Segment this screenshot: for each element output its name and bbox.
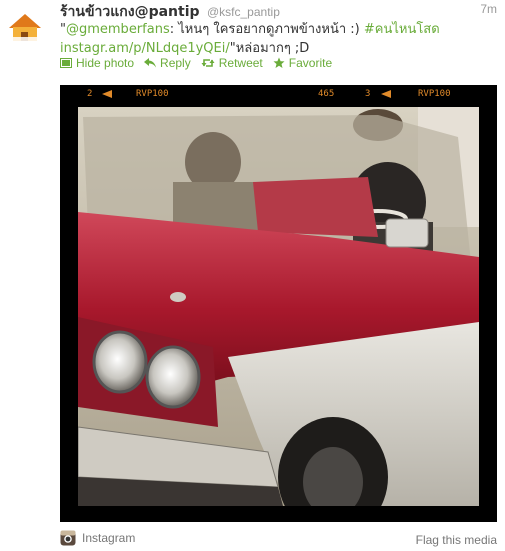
flag-media-link[interactable]: Flag this media	[416, 533, 497, 547]
reply-label: Reply	[160, 56, 191, 70]
tweet-header: ร้านข้าวแกง@pantip @ksfc_pantip 7m	[60, 1, 497, 20]
instagram-link[interactable]: instagr.am/p/NLdqe1yQEi/	[60, 41, 230, 56]
reply-icon	[144, 58, 157, 68]
reply-button[interactable]: Reply	[144, 56, 191, 70]
retweet-button[interactable]: Retweet	[201, 56, 263, 70]
mention-link[interactable]: @gmemberfans	[66, 22, 170, 37]
film-label: 3	[365, 89, 371, 99]
pantip-logo-icon	[3, 8, 47, 52]
timestamp[interactable]: 7m	[480, 2, 497, 16]
tweet-text-part: : ไหนๆ ใครอยากดูภาพข้างหน้า :)	[169, 22, 364, 37]
film-label: 465	[318, 89, 335, 99]
film-arrow-icon	[102, 90, 112, 98]
source-label: Instagram	[82, 531, 136, 545]
film-label: RVP100	[136, 89, 169, 99]
film-label: RVP100	[418, 89, 451, 99]
vintage-car-photo	[78, 107, 479, 506]
user-handle[interactable]: @ksfc_pantip	[207, 5, 280, 19]
retweet-icon	[201, 59, 215, 67]
favorite-label: Favorite	[288, 56, 333, 70]
star-icon	[273, 57, 285, 68]
retweet-label: Retweet	[218, 56, 263, 70]
media-footer: Instagram Flag this media	[60, 530, 497, 548]
avatar[interactable]	[3, 8, 47, 52]
film-arrow-icon	[381, 90, 391, 98]
display-name[interactable]: ร้านข้าวแกง@pantip	[60, 4, 200, 20]
favorite-button[interactable]: Favorite	[273, 56, 332, 70]
tweet-text-part: "หล่อมากๆ ;D	[229, 41, 310, 56]
film-strip: 2 RVP100 465 3 RVP100	[60, 85, 497, 103]
instagram-photo[interactable]	[78, 107, 479, 506]
tweet-text: "@gmemberfans: ไหนๆ ใครอยากดูภาพข้างหน้า…	[60, 20, 480, 58]
hide-photo-button[interactable]: Hide photo	[60, 56, 134, 70]
hashtag-link[interactable]: #คนไหนโสด	[364, 22, 440, 37]
film-label: 2	[87, 89, 93, 99]
instagram-icon	[60, 530, 76, 546]
media-preview[interactable]: 2 RVP100 465 3 RVP100	[60, 85, 497, 522]
photo-icon	[60, 58, 72, 68]
hide-photo-label: Hide photo	[76, 56, 135, 70]
tweet-actions: Hide photo Reply Retweet Favorite	[60, 56, 332, 70]
instagram-source[interactable]: Instagram	[60, 530, 135, 546]
